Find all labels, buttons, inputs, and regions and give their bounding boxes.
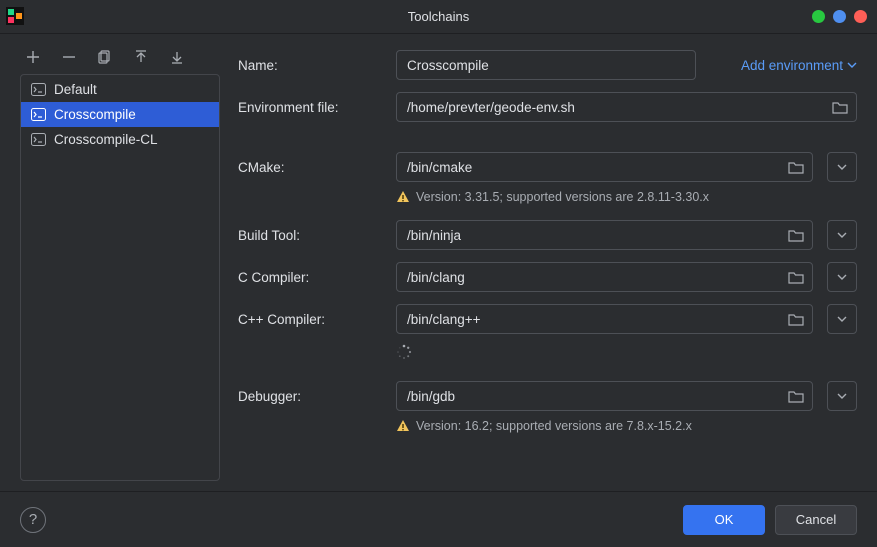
folder-icon[interactable]	[780, 305, 812, 333]
folder-icon[interactable]	[780, 153, 812, 181]
sidebar-item-crosscompile-cl[interactable]: Crosscompile-CL	[21, 127, 219, 152]
move-up-icon[interactable]	[134, 50, 148, 64]
move-down-icon[interactable]	[170, 50, 184, 64]
cmake-warning-text: Version: 3.31.5; supported versions are …	[416, 190, 709, 204]
sidebar-item-label: Crosscompile-CL	[54, 132, 158, 147]
cmake-field[interactable]	[397, 153, 780, 181]
cmake-label: CMake:	[238, 160, 386, 175]
terminal-icon	[31, 83, 46, 96]
cpp-compiler-label: C++ Compiler:	[238, 312, 386, 327]
debugger-label: Debugger:	[238, 389, 386, 404]
folder-icon[interactable]	[780, 221, 812, 249]
minimize-button[interactable]	[812, 10, 825, 23]
cmake-dropdown-button[interactable]	[827, 152, 857, 182]
name-field[interactable]	[397, 51, 695, 79]
debugger-field[interactable]	[397, 382, 780, 410]
help-button[interactable]: ?	[20, 507, 46, 533]
debugger-warning: Version: 16.2; supported versions are 7.…	[238, 419, 857, 433]
ok-button[interactable]: OK	[683, 505, 765, 535]
titlebar: Toolchains	[0, 0, 877, 34]
build-tool-field[interactable]	[397, 221, 780, 249]
sidebar-item-crosscompile[interactable]: Crosscompile	[21, 102, 219, 127]
spinner-icon	[396, 344, 412, 360]
add-environment-link[interactable]: Add environment	[741, 58, 857, 73]
toolchain-sidebar: Default Crosscompile Crosscompile-CL	[20, 48, 220, 481]
folder-icon[interactable]	[824, 93, 856, 121]
folder-icon[interactable]	[780, 382, 812, 410]
sidebar-item-label: Crosscompile	[54, 107, 136, 122]
cpp-compiler-dropdown-button[interactable]	[827, 304, 857, 334]
toolchain-form: Name: Add environment Environment file:	[238, 48, 857, 481]
sidebar-item-default[interactable]: Default	[21, 77, 219, 102]
chevron-down-icon	[847, 58, 857, 73]
loading-row	[238, 344, 857, 363]
warning-icon	[396, 190, 410, 204]
warning-icon	[396, 419, 410, 433]
add-icon[interactable]	[26, 50, 40, 64]
sidebar-toolbar	[20, 48, 220, 74]
remove-icon[interactable]	[62, 50, 76, 64]
cpp-compiler-field[interactable]	[397, 305, 780, 333]
window-title: Toolchains	[0, 9, 877, 24]
maximize-button[interactable]	[833, 10, 846, 23]
app-icon	[6, 7, 24, 25]
copy-icon[interactable]	[98, 50, 112, 64]
window-controls	[812, 10, 867, 23]
c-compiler-dropdown-button[interactable]	[827, 262, 857, 292]
env-file-field[interactable]	[397, 93, 824, 121]
close-button[interactable]	[854, 10, 867, 23]
build-tool-label: Build Tool:	[238, 228, 386, 243]
add-environment-label: Add environment	[741, 58, 843, 73]
cmake-warning: Version: 3.31.5; supported versions are …	[238, 190, 857, 204]
terminal-icon	[31, 133, 46, 146]
sidebar-item-label: Default	[54, 82, 97, 97]
debugger-dropdown-button[interactable]	[827, 381, 857, 411]
cancel-button[interactable]: Cancel	[775, 505, 857, 535]
terminal-icon	[31, 108, 46, 121]
dialog-footer: ? OK Cancel	[0, 491, 877, 547]
toolchain-list: Default Crosscompile Crosscompile-CL	[20, 74, 220, 481]
debugger-warning-text: Version: 16.2; supported versions are 7.…	[416, 419, 692, 433]
env-file-label: Environment file:	[238, 100, 386, 115]
name-label: Name:	[238, 58, 386, 73]
c-compiler-field[interactable]	[397, 263, 780, 291]
build-tool-dropdown-button[interactable]	[827, 220, 857, 250]
folder-icon[interactable]	[780, 263, 812, 291]
c-compiler-label: C Compiler:	[238, 270, 386, 285]
